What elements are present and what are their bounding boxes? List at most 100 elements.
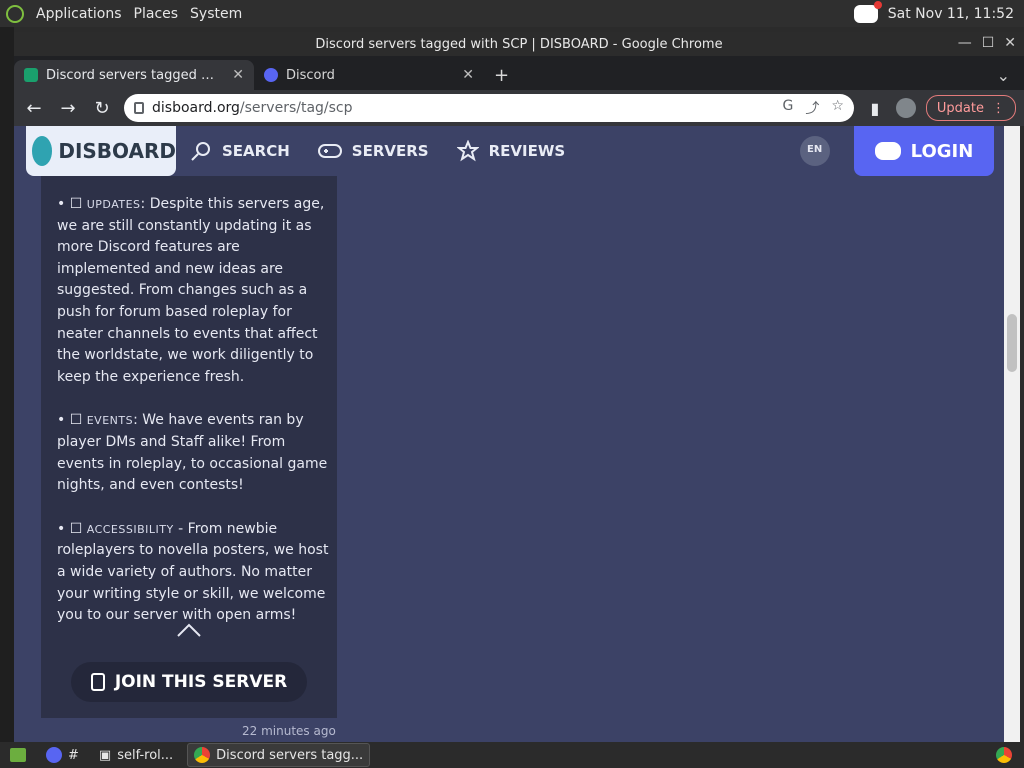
tab-disboard[interactable]: Discord servers tagged with SC ✕ — [14, 60, 254, 90]
minimize-icon[interactable]: — — [958, 35, 972, 51]
system-menu[interactable]: System — [190, 6, 242, 22]
panel-right: Sat Nov 11, 11:52 — [853, 0, 1024, 23]
discord-logo-icon — [874, 142, 901, 160]
language-globe-icon[interactable]: EN — [800, 136, 830, 166]
description-paragraph-events: • ☐ EVENTS: We have events ran by player… — [57, 412, 328, 494]
back-icon[interactable]: ← — [22, 96, 46, 120]
discord-favicon-icon — [264, 68, 278, 82]
nav-reviews-label: REVIEWS — [488, 142, 566, 160]
nav-search[interactable]: SEARCH — [190, 140, 290, 162]
paragraph-heading: ACCESSIBILITY — [86, 522, 174, 536]
side-panel-icon[interactable]: ▮ — [864, 97, 886, 119]
folder-icon — [10, 748, 26, 762]
task-label: Discord servers tagg... — [216, 747, 364, 763]
discord-icon — [46, 747, 62, 763]
bullet-box-icon: ☐ — [69, 412, 83, 429]
disboard-logo-text: DISBOARD — [58, 139, 176, 163]
tray-chrome-button[interactable] — [990, 744, 1018, 766]
share-icon[interactable]: ⤴ — [805, 98, 819, 118]
paragraph-heading: UPDATES — [86, 198, 141, 211]
tab-close-icon[interactable]: ✕ — [462, 67, 474, 83]
maximize-icon[interactable]: ☐ — [982, 35, 995, 51]
nav-servers[interactable]: SERVERS — [317, 142, 429, 160]
bullet-box-icon: ☐ — [69, 520, 83, 537]
tray-right — [990, 744, 1018, 766]
close-icon[interactable]: ✕ — [1004, 35, 1016, 51]
window-title: Discord servers tagged with SCP | DISBOA… — [315, 36, 723, 52]
forward-icon[interactable]: → — [56, 96, 80, 120]
address-bar[interactable]: disboard.org/servers/tag/scp G ⤴ ☆ — [124, 94, 854, 122]
left-dock — [0, 27, 14, 742]
new-tab-icon[interactable]: + — [484, 60, 519, 90]
star-icon — [456, 140, 479, 162]
update-button[interactable]: Update ⋮ — [925, 95, 1016, 121]
disboard-nav: SEARCH SERVERS REVIEWS — [190, 126, 565, 176]
update-label: Update — [936, 100, 984, 116]
login-label: LOGIN — [910, 140, 974, 162]
chrome-icon — [194, 747, 211, 763]
webpage: DISBOARD SEARCH SERVERS REVIEWS EN LOGIN — [14, 126, 1004, 742]
plug-icon — [90, 673, 105, 691]
paragraph-separator: - — [173, 520, 188, 537]
search-icon — [191, 142, 210, 161]
login-button[interactable]: LOGIN — [854, 126, 994, 176]
task-label: # — [68, 747, 79, 763]
paragraph-heading: EVENTS — [86, 414, 134, 428]
timestamp: 22 minutes ago — [242, 724, 336, 738]
tab-discord[interactable]: Discord ✕ — [254, 60, 484, 90]
show-desktop-button[interactable] — [4, 744, 32, 766]
nav-reviews[interactable]: REVIEWS — [456, 140, 566, 162]
url-text[interactable]: disboard.org/servers/tag/scp — [152, 100, 353, 116]
reload-icon[interactable]: ↻ — [90, 96, 114, 120]
panel-menu: Applications Places System — [0, 4, 242, 23]
task-self-roles[interactable]: ▣ self-rol... — [93, 744, 179, 766]
clock[interactable]: Sat Nov 11, 11:52 — [888, 6, 1014, 22]
tab-strip: Discord servers tagged with SC ✕ Discord… — [14, 56, 1024, 90]
nav-search-label: SEARCH — [222, 142, 290, 160]
server-description: • ☐ UPDATES: Despite this servers age, w… — [57, 194, 329, 649]
bookmark-star-icon[interactable]: ☆ — [831, 98, 844, 118]
chrome-icon — [996, 747, 1012, 763]
task-discord-hash[interactable]: # — [40, 744, 85, 766]
menu-kebab-icon[interactable]: ⋮ — [992, 101, 1005, 116]
url-domain: disboard.org — [152, 100, 240, 116]
disboard-logo[interactable]: DISBOARD — [26, 126, 176, 176]
join-server-button[interactable]: JOIN THIS SERVER — [71, 662, 307, 702]
page-scrollbar[interactable] — [1004, 126, 1020, 742]
paragraph-separator: : — [133, 412, 143, 429]
nav-servers-label: SERVERS — [351, 142, 429, 160]
places-menu[interactable]: Places — [134, 6, 179, 22]
paragraph-text: Despite this servers age, we are still c… — [57, 196, 325, 385]
join-server-label: JOIN THIS SERVER — [114, 672, 288, 692]
discord-tray-icon[interactable] — [853, 0, 882, 23]
gamepad-icon — [317, 144, 342, 158]
system-logo-icon[interactable] — [6, 4, 24, 23]
window-controls: — ☐ ✕ — [958, 35, 1016, 51]
paragraph-separator: : — [140, 196, 150, 212]
omnibox-actions: G ⤴ ☆ — [782, 98, 843, 118]
disboard-robot-icon — [32, 136, 53, 166]
tab-search-chevron-icon[interactable]: ⌄ — [997, 60, 1024, 90]
description-paragraph-updates: • ☐ UPDATES: Despite this servers age, w… — [57, 196, 325, 385]
disboard-favicon-icon — [24, 68, 38, 82]
profile-avatar-icon[interactable] — [895, 98, 916, 118]
task-chrome[interactable]: Discord servers tagg... — [187, 743, 371, 767]
browser-toolbar: ← → ↻ disboard.org/servers/tag/scp G ⤴ ☆… — [14, 90, 1024, 126]
paragraph-text: From newbie roleplayers to novella poste… — [57, 520, 329, 624]
description-paragraph-accessibility: • ☐ ACCESSIBILITY - From newbie roleplay… — [57, 520, 329, 624]
window-icon: ▣ — [98, 747, 112, 763]
bullet-box-icon: ☐ — [69, 196, 83, 212]
tab-title: Discord — [286, 67, 335, 83]
task-label: self-rol... — [117, 747, 174, 763]
collapse-chevron-up-icon[interactable] — [176, 622, 202, 638]
tab-title: Discord servers tagged with SC — [46, 67, 224, 83]
chrome-titlebar: Discord servers tagged with SCP | DISBOA… — [14, 32, 1024, 56]
language-badge: EN — [807, 144, 823, 155]
tab-close-icon[interactable]: ✕ — [232, 67, 244, 83]
scroll-thumb[interactable] — [1007, 314, 1017, 372]
google-lens-icon[interactable]: G — [782, 98, 793, 118]
applications-menu[interactable]: Applications — [36, 6, 122, 22]
disboard-header: DISBOARD SEARCH SERVERS REVIEWS EN LOGIN — [14, 126, 1004, 176]
server-description-card: • ☐ UPDATES: Despite this servers age, w… — [41, 176, 337, 718]
url-path: /servers/tag/scp — [239, 100, 353, 116]
